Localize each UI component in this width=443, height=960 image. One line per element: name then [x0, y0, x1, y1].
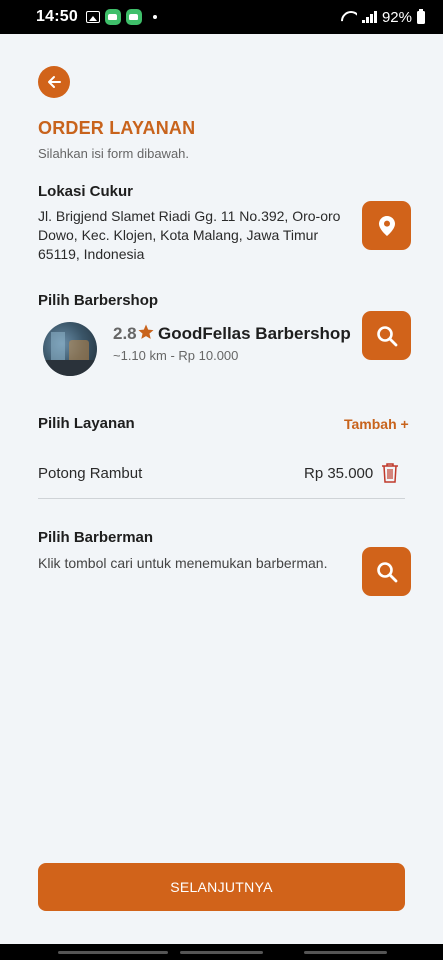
barbershop-rating: 2.8	[113, 324, 137, 343]
location-label: Lokasi Cukur	[38, 183, 134, 200]
system-icons: 92%	[341, 8, 425, 26]
map-pin-icon	[378, 215, 395, 236]
barbershop-label: Pilih Barbershop	[38, 292, 159, 309]
nav-recent-apps[interactable]	[58, 951, 168, 954]
battery-icon	[417, 8, 425, 24]
arrow-left-icon	[48, 76, 61, 88]
service-item-name: Potong Rambut	[38, 465, 143, 482]
search-icon	[376, 325, 397, 346]
system-nav-bar	[0, 944, 443, 960]
add-service-link[interactable]: Tambah +	[344, 416, 409, 432]
pick-location-button[interactable]	[362, 201, 411, 250]
search-icon	[376, 561, 397, 582]
nav-back[interactable]	[304, 951, 387, 954]
page-subtitle: Silahkan isi form dibawah.	[38, 146, 190, 161]
signal-icon	[362, 11, 377, 23]
barbershop-name: GoodFellas Barbershop	[158, 324, 351, 343]
app-notification-icon	[104, 9, 121, 25]
barbershop-avatar	[43, 322, 97, 376]
services-label: Pilih Layanan	[38, 415, 135, 432]
app-notification-icon	[125, 9, 142, 25]
more-notifications-icon	[152, 15, 157, 19]
barberman-hint: Klik tombol cari untuk menemukan barberm…	[38, 555, 328, 571]
battery-percent: 92%	[381, 8, 412, 26]
gallery-icon	[85, 11, 100, 23]
page-title: ORDER LAYANAN	[38, 118, 196, 138]
star-icon	[138, 324, 154, 339]
wifi-icon	[341, 11, 357, 23]
location-address: Jl. Brigjend Slamet Riadi Gg. 11 No.392,…	[38, 208, 341, 262]
status-bar: 14:50 92%	[0, 0, 443, 34]
back-button[interactable]	[38, 66, 70, 98]
notification-icons	[85, 9, 157, 25]
divider	[38, 498, 405, 499]
search-barbershop-button[interactable]	[362, 311, 411, 360]
barbershop-distance-price: ~1.10 km - Rp 10.000	[113, 348, 239, 363]
barberman-label: Pilih Barberman	[38, 529, 154, 546]
next-button[interactable]: SELANJUTNYA	[38, 863, 405, 911]
nav-home[interactable]	[180, 951, 263, 954]
search-barberman-button[interactable]	[362, 547, 411, 596]
trash-icon[interactable]	[381, 462, 399, 483]
service-item-price: Rp 35.000	[304, 465, 374, 482]
status-time: 14:50	[36, 8, 78, 25]
